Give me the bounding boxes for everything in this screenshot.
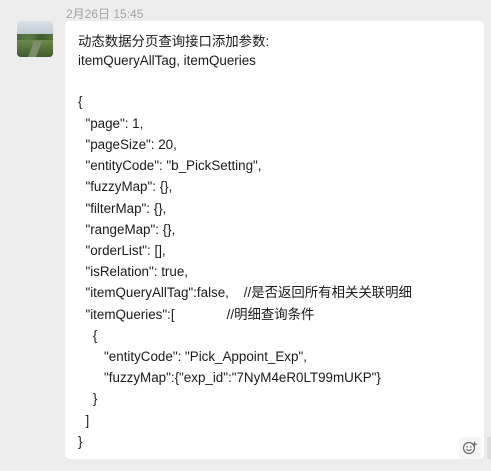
message-line: "fuzzyMap": {}, [78, 179, 173, 194]
emoji-add-icon [462, 441, 478, 455]
message-line: "isRelation": true, [78, 264, 188, 279]
message-line: "rangeMap": {}, [78, 222, 176, 237]
message-line: "filterMap": {}, [78, 201, 167, 216]
sender-avatar[interactable] [17, 21, 53, 57]
message-line: "itemQueries":[ //明细查询条件 [78, 307, 315, 322]
message-line: itemQueryAllTag, itemQueries [78, 53, 256, 68]
message-line: "itemQueryAllTag":false, //是否返回所有相关关联明细 [78, 285, 412, 300]
chat-window: 2月26日 15:45 动态数据分页查询接口添加参数: itemQueryAll… [0, 0, 491, 471]
message-line: 动态数据分页查询接口添加参数: [78, 34, 270, 49]
message-line: "entityCode": "Pick_Appoint_Exp", [78, 349, 307, 364]
add-reaction-button[interactable] [459, 437, 481, 459]
message-line: "orderList": [], [78, 243, 166, 258]
message-line: "pageSize": 20, [78, 137, 177, 152]
message-line: ] [78, 413, 90, 428]
message-line: "entityCode": "b_PickSetting", [78, 158, 262, 173]
message-line: { [78, 328, 98, 343]
message-line: } [78, 434, 83, 449]
message-timestamp: 2月26日 15:45 [66, 7, 144, 21]
message-bubble[interactable]: 动态数据分页查询接口添加参数: itemQueryAllTag, itemQue… [65, 21, 484, 459]
scrollbar-edge[interactable] [487, 437, 491, 459]
message-line: } [78, 391, 98, 406]
message-line: "page": 1, [78, 116, 144, 131]
message-line: "fuzzyMap":{"exp_id":"7NyM4eR0LT99mUKP"} [78, 370, 381, 385]
message-line: { [78, 94, 83, 109]
